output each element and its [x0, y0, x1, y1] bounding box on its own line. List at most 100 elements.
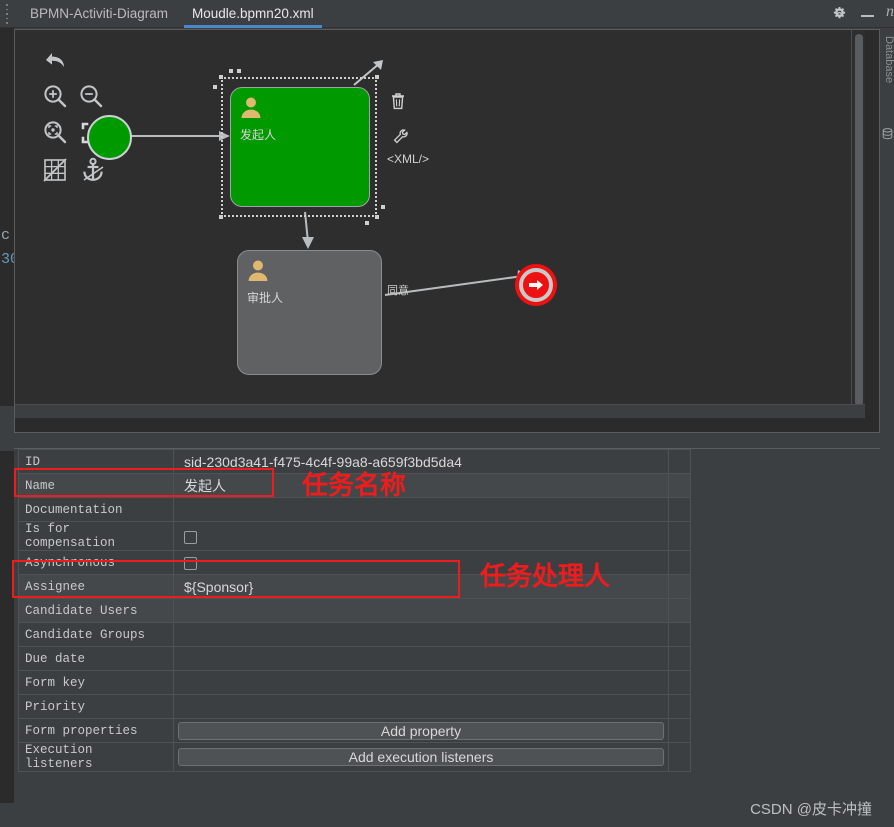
minimize-icon[interactable] — [861, 14, 874, 17]
table-row[interactable]: Documentation — [18, 497, 691, 522]
drag-handle-icon[interactable] — [2, 4, 12, 24]
table-row[interactable]: Form properties Add property — [18, 718, 691, 743]
diagram-editor-frame: 发起人 <XML/> 审批人 同意 — [14, 29, 880, 433]
property-extra — [668, 646, 691, 671]
table-row[interactable]: ID sid-230d3a41-f475-4c4f-99a8-a659f3bd5… — [18, 449, 691, 474]
ide-left-editor-strip: c 30 — [0, 28, 14, 827]
property-label: Execution listeners — [18, 742, 174, 772]
start-event[interactable] — [87, 115, 132, 160]
tab-moudle-bpmn20-xml[interactable]: Moudle.bpmn20.xml — [180, 0, 326, 28]
ide-code-line-2: 30 — [1, 251, 14, 268]
grid-off-icon[interactable] — [41, 156, 69, 184]
property-value[interactable] — [173, 497, 669, 522]
resize-handle-s1[interactable] — [365, 221, 369, 225]
property-value[interactable] — [173, 646, 669, 671]
resize-handle-e1[interactable] — [381, 205, 385, 209]
property-label: Asynchronous — [18, 550, 174, 575]
property-extra — [668, 742, 691, 772]
resize-handle-sw[interactable] — [219, 215, 223, 219]
end-event[interactable] — [515, 264, 557, 306]
zoom-fit-icon[interactable] — [41, 118, 69, 146]
resize-handle-nw[interactable] — [219, 75, 223, 79]
table-row[interactable]: Priority — [18, 694, 691, 719]
anchor-icon[interactable] — [79, 156, 107, 184]
property-label: Candidate Groups — [18, 622, 174, 647]
property-label: Form properties — [18, 718, 174, 743]
property-value[interactable] — [173, 521, 669, 551]
property-extra — [668, 718, 691, 743]
ide-left-lower-panel — [0, 406, 14, 451]
zoom-out-icon[interactable] — [77, 82, 105, 110]
property-extra — [668, 550, 691, 575]
resize-handle-w1[interactable] — [213, 85, 217, 89]
window-titlebar: BPMN-Activiti-Diagram Moudle.bpmn20.xml … — [0, 0, 894, 28]
property-label: Priority — [18, 694, 174, 719]
is-for-compensation-checkbox[interactable] — [184, 530, 197, 544]
tab-label: Moudle.bpmn20.xml — [192, 6, 314, 21]
table-row[interactable]: Asynchronous — [18, 550, 691, 575]
property-label: Assignee — [18, 574, 174, 599]
canvas-horizontal-scrollbar[interactable] — [15, 404, 865, 418]
scrollbar-thumb[interactable] — [855, 34, 863, 406]
resize-handle-ne[interactable] — [375, 75, 379, 79]
property-value[interactable]: sid-230d3a41-f475-4c4f-99a8-a659f3bd5da4 — [173, 449, 669, 474]
table-row[interactable]: Name 发起人 — [18, 473, 691, 498]
table-row[interactable]: Candidate Groups — [18, 622, 691, 647]
ide-background-letter: n — [886, 3, 894, 20]
property-value[interactable]: Add property — [173, 718, 669, 743]
property-extra — [668, 497, 691, 522]
property-value[interactable] — [173, 622, 669, 647]
diagram-canvas[interactable]: 发起人 <XML/> 审批人 同意 — [15, 30, 865, 418]
resize-handle-n2[interactable] — [237, 69, 241, 73]
property-value[interactable] — [173, 550, 669, 575]
end-event-ring — [519, 268, 553, 302]
gear-icon[interactable] — [832, 6, 847, 22]
sequence-flow-label: 同意 — [387, 285, 409, 297]
property-value[interactable]: 发起人 — [173, 473, 669, 498]
property-extra — [668, 574, 691, 599]
property-label: Candidate Users — [18, 598, 174, 623]
ide-right-toolwindow-strip[interactable]: Database — [880, 0, 894, 827]
window-controls — [832, 0, 880, 28]
sequence-flows-layer — [122, 60, 529, 296]
asynchronous-checkbox[interactable] — [184, 557, 197, 571]
editor-tabs: BPMN-Activiti-Diagram Moudle.bpmn20.xml — [18, 0, 326, 28]
property-extra — [668, 670, 691, 695]
table-row[interactable]: Candidate Users — [18, 598, 691, 623]
table-row[interactable]: Form key — [18, 670, 691, 695]
tab-bpmn-activiti-diagram[interactable]: BPMN-Activiti-Diagram — [18, 0, 180, 28]
table-row[interactable]: Execution listeners Add execution listen… — [18, 742, 691, 772]
property-label: Form key — [18, 670, 174, 695]
user-task-icon — [248, 260, 268, 281]
property-extra — [668, 521, 691, 551]
property-label: Documentation — [18, 497, 174, 522]
property-label: Due date — [18, 646, 174, 671]
property-value[interactable] — [173, 694, 669, 719]
task-node-start[interactable]: 发起人 — [230, 87, 370, 207]
ide-tool-label-database[interactable]: Database — [881, 30, 894, 290]
task-node-approve[interactable]: 审批人 — [237, 250, 382, 375]
add-property-button[interactable]: Add property — [178, 721, 664, 740]
resize-handle-n1[interactable] — [229, 69, 233, 73]
zoom-in-icon[interactable] — [41, 82, 69, 110]
property-value[interactable]: ${Sponsor} — [173, 574, 669, 599]
resize-handle-se[interactable] — [375, 215, 379, 219]
property-extra — [668, 473, 691, 498]
undo-icon[interactable] — [39, 46, 69, 76]
table-row[interactable]: Assignee ${Sponsor} — [18, 574, 691, 599]
table-row[interactable]: Due date — [18, 646, 691, 671]
add-execution-listeners-button[interactable]: Add execution listeners — [178, 748, 664, 766]
xml-link[interactable]: <XML/> — [387, 152, 429, 166]
canvas-vertical-scrollbar[interactable] — [851, 30, 865, 406]
wrench-icon[interactable] — [392, 128, 408, 151]
ide-code-line-1: c — [1, 227, 11, 244]
watermark: CSDN @皮卡冲撞 — [750, 801, 872, 818]
property-value[interactable] — [173, 598, 669, 623]
property-value[interactable]: Add execution listeners — [173, 742, 669, 772]
properties-table: ID sid-230d3a41-f475-4c4f-99a8-a659f3bd5… — [18, 449, 691, 772]
properties-panel: ID sid-230d3a41-f475-4c4f-99a8-a659f3bd5… — [14, 448, 880, 803]
property-value[interactable] — [173, 670, 669, 695]
delete-icon[interactable] — [390, 92, 406, 115]
table-row[interactable]: Is for compensation — [18, 521, 691, 551]
user-task-icon — [241, 97, 261, 118]
